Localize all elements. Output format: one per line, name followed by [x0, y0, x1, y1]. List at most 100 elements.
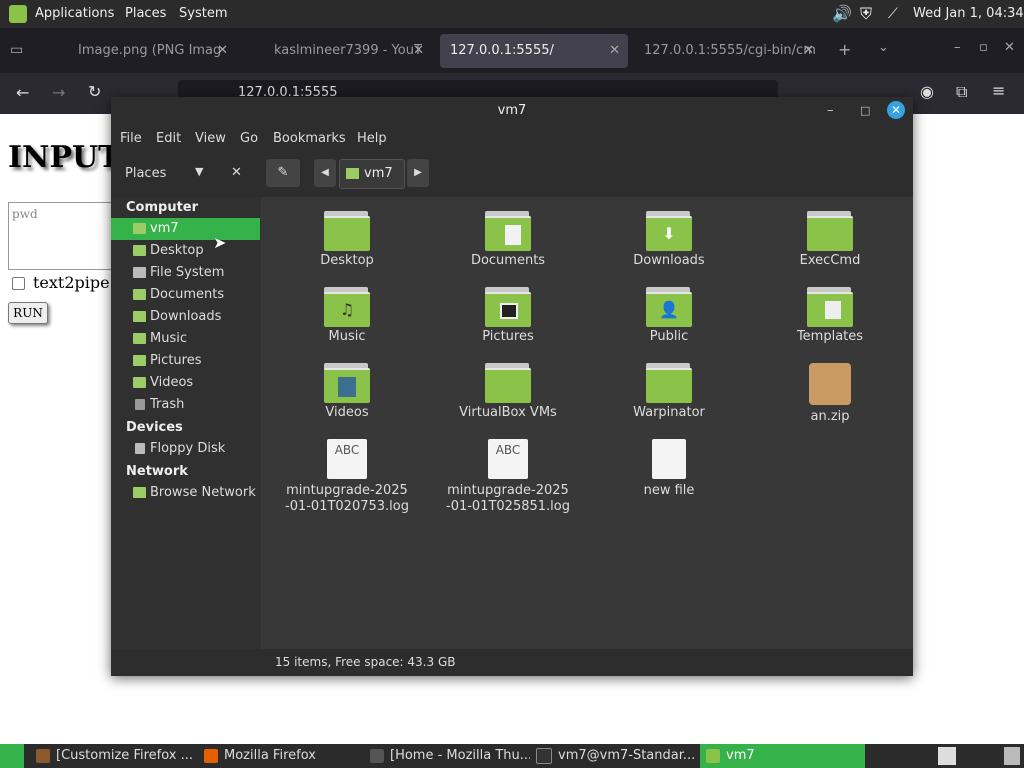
sidebar-header-computer: Computer — [126, 200, 199, 215]
taskbar-item-file-manager[interactable]: vm7 — [700, 744, 865, 768]
tab-cgi-bin[interactable]: 127.0.0.1:5555/cgi-bin/cm ✕ — [636, 34, 822, 68]
sidebar-item-label: Desktop — [150, 243, 204, 258]
sidebar-item-label: Music — [150, 331, 187, 346]
taskbar-item-customize-firefox[interactable]: [Customize Firefox ... — [36, 744, 196, 768]
minimize-icon[interactable]: – — [827, 97, 834, 125]
sidebar-item-documents[interactable]: Documents — [111, 284, 260, 306]
sidebar-item-file-system[interactable]: File System — [111, 262, 260, 284]
chevron-down-icon[interactable]: ⌄ — [878, 40, 889, 55]
file-name: mintupgrade-2025-01-01T025851.log — [446, 483, 570, 514]
file-item-desktop[interactable]: Desktop — [277, 211, 417, 269]
taskbar-item-terminal[interactable]: vm7@vm7-Standar... — [536, 744, 696, 768]
folder-icon — [807, 287, 853, 327]
file-item-new-file[interactable]: new file — [599, 439, 739, 499]
text2pipe-checkbox[interactable] — [12, 277, 25, 290]
maximize-icon[interactable]: ▫ — [979, 40, 988, 55]
taskbar-item-firefox[interactable]: Mozilla Firefox — [204, 744, 364, 768]
path-button-vm7[interactable]: vm7 — [339, 159, 405, 189]
menu-help[interactable]: Help — [357, 127, 387, 151]
file-item-downloads[interactable]: ⬇ Downloads — [599, 211, 739, 269]
places-dropdown[interactable]: Places ▼ — [111, 151, 221, 195]
file-item-log-1[interactable]: ABC mintupgrade-2025-01-01T020753.log — [277, 439, 417, 515]
extensions-icon[interactable]: ⧉ — [956, 82, 967, 102]
menu-view[interactable]: View — [195, 127, 226, 151]
maximize-icon[interactable]: □ — [860, 97, 870, 125]
reload-icon[interactable]: ↻ — [88, 82, 101, 101]
show-desktop-icon[interactable] — [0, 744, 24, 768]
back-icon[interactable]: ← — [16, 83, 29, 102]
trash-icon — [135, 399, 145, 410]
file-item-virtualbox-vms[interactable]: VirtualBox VMs — [438, 363, 578, 421]
sidebar-item-vm7[interactable]: vm7 — [111, 218, 260, 240]
sidebar-item-pictures[interactable]: Pictures — [111, 350, 260, 372]
minimize-icon[interactable]: – — [954, 40, 961, 55]
close-icon[interactable]: ✕ — [413, 34, 424, 68]
menu-bookmarks[interactable]: Bookmarks — [273, 127, 346, 151]
file-item-videos[interactable]: Videos — [277, 363, 417, 421]
applications-menu[interactable]: Applications — [35, 0, 114, 28]
new-tab-icon[interactable]: + — [838, 40, 851, 59]
tab-overview-icon[interactable]: ▭ — [10, 42, 23, 58]
film-icon — [338, 377, 356, 397]
taskbar-item-label: [Customize Firefox ... — [56, 748, 193, 763]
tab-localhost[interactable]: 127.0.0.1:5555/ ✕ — [440, 34, 628, 68]
system-menu[interactable]: System — [179, 0, 227, 28]
network-icon[interactable]: ⟋ — [888, 0, 898, 28]
file-item-music[interactable]: ♫ Music — [277, 287, 417, 345]
firefox-icon — [36, 748, 50, 763]
file-item-log-2[interactable]: ABC mintupgrade-2025-01-01T025851.log — [438, 439, 578, 515]
folder-icon: 👤 — [646, 287, 692, 327]
sidebar-item-label: Videos — [150, 375, 194, 390]
sidebar-item-desktop[interactable]: Desktop — [111, 240, 260, 262]
close-icon[interactable]: ✕ — [217, 34, 228, 68]
mint-menu-icon[interactable] — [9, 5, 27, 23]
forward-icon[interactable]: → — [52, 83, 65, 102]
file-item-public[interactable]: 👤 Public — [599, 287, 739, 345]
close-icon[interactable]: ✕ — [803, 34, 814, 68]
path-forward-button[interactable]: ▶ — [407, 159, 429, 187]
file-item-templates[interactable]: Templates — [760, 287, 900, 345]
tab-image-png[interactable]: Image.png (PNG Imag ✕ — [50, 34, 236, 68]
menu-go[interactable]: Go — [240, 127, 258, 151]
file-item-execcmd[interactable]: ExecCmd — [760, 211, 900, 269]
sidebar-item-browse-network[interactable]: Browse Network — [111, 482, 260, 504]
places-menu[interactable]: Places — [125, 0, 166, 28]
run-button[interactable]: RUN — [8, 302, 48, 324]
menu-edit[interactable]: Edit — [156, 127, 181, 151]
workspace-icon[interactable] — [1004, 747, 1020, 765]
sidebar-item-label: vm7 — [150, 221, 179, 236]
file-item-pictures[interactable]: Pictures — [438, 287, 578, 345]
toggle-location-button[interactable]: ✎ — [266, 159, 300, 187]
home-folder-icon — [346, 168, 359, 179]
close-sidebar-icon[interactable]: ✕ — [231, 165, 242, 180]
volume-icon[interactable]: 🔊 — [832, 0, 852, 28]
textarea-placeholder: pwd — [12, 207, 38, 221]
menu-file[interactable]: File — [120, 127, 142, 151]
sidebar-item-videos[interactable]: Videos — [111, 372, 260, 394]
command-textarea[interactable]: pwd — [8, 202, 114, 270]
icon-view: Desktop Documents ⬇ Downloads ExecCmd ♫ Mu… — [261, 197, 913, 649]
path-back-button[interactable]: ◀ — [314, 159, 336, 187]
file-item-an-zip[interactable]: an.zip — [760, 363, 900, 425]
menu-icon[interactable]: ≡ — [992, 81, 1005, 100]
sidebar-item-label: Documents — [150, 287, 225, 302]
shield-icon[interactable]: ⛨ — [860, 0, 872, 28]
close-icon[interactable]: ✕ — [609, 34, 620, 68]
sidebar-item-music[interactable]: Music — [111, 328, 260, 350]
clock[interactable]: Wed Jan 1, 04:34 — [913, 0, 1024, 28]
sidebar-item-floppy-disk[interactable]: Floppy Disk — [111, 438, 260, 460]
desktop-icon — [133, 245, 146, 256]
tab-youtube[interactable]: kaslmineer7399 - YouT ✕ — [246, 34, 432, 68]
terminal-icon — [536, 747, 552, 764]
network-folder-icon — [133, 487, 146, 498]
close-icon[interactable]: ✕ — [1004, 40, 1015, 55]
text-icon-label: ABC — [495, 443, 521, 457]
sidebar-item-downloads[interactable]: Downloads — [111, 306, 260, 328]
account-icon[interactable]: ◉ — [920, 82, 934, 101]
file-item-warpinator[interactable]: Warpinator — [599, 363, 739, 421]
file-item-documents[interactable]: Documents — [438, 211, 578, 269]
close-icon[interactable]: ✕ — [887, 101, 905, 119]
sidebar-item-trash[interactable]: Trash — [111, 394, 260, 416]
notes-icon[interactable] — [938, 747, 956, 765]
taskbar-item-thunderbird[interactable]: [Home - Mozilla Thu... — [370, 744, 530, 768]
